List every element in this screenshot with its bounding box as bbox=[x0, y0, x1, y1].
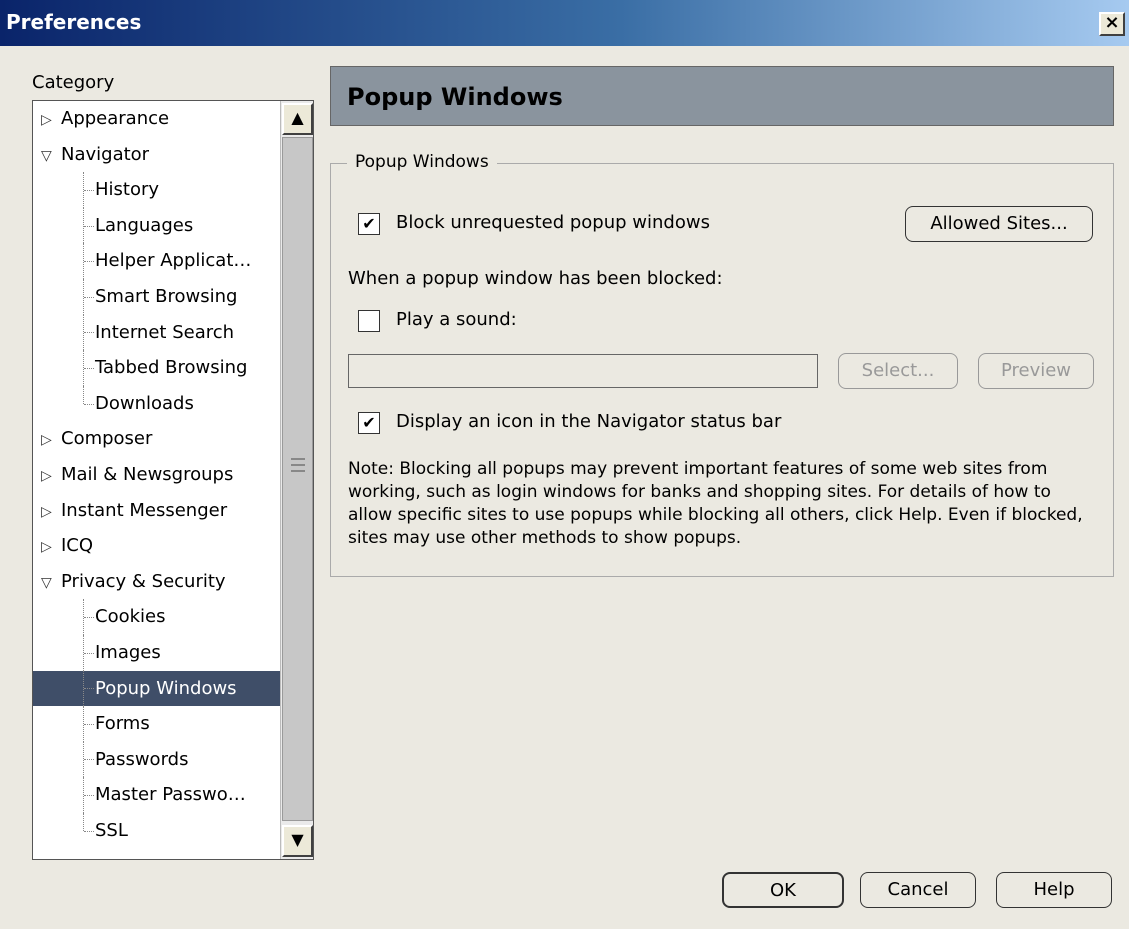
block-popups-label: Block unrequested popup windows bbox=[396, 212, 710, 233]
scroll-thumb[interactable] bbox=[282, 137, 313, 821]
help-label: Help bbox=[1033, 879, 1075, 900]
cancel-button[interactable]: Cancel bbox=[860, 872, 976, 908]
tree-item-label: ICQ bbox=[61, 535, 94, 557]
category-tree-list: ▷ Appearance ▽ Navigator History Languages Hel… bbox=[33, 101, 281, 859]
tree-item[interactable]: Cookies bbox=[33, 599, 281, 635]
help-button[interactable]: Help bbox=[996, 872, 1112, 908]
select-sound-label: Select... bbox=[861, 360, 935, 381]
tree-item[interactable]: History bbox=[33, 172, 281, 208]
close-icon: × bbox=[1104, 12, 1120, 33]
tree-item[interactable]: SSL bbox=[33, 812, 281, 849]
tree-item-label: Images bbox=[95, 641, 161, 663]
note-text: Note: Blocking all popups may prevent im… bbox=[348, 459, 1083, 548]
cancel-label: Cancel bbox=[887, 879, 949, 900]
tree-item-label: Passwords bbox=[95, 748, 189, 770]
triangle-right-icon[interactable]: ▷ bbox=[41, 530, 61, 566]
tree-scrollbar[interactable]: ▲ ▼ bbox=[280, 101, 313, 859]
tree-item-label: Cookies bbox=[95, 606, 166, 628]
close-button[interactable]: × bbox=[1099, 12, 1125, 36]
category-label: Category bbox=[32, 72, 115, 93]
triangle-right-icon[interactable]: ▷ bbox=[41, 495, 61, 531]
tree-item-label: Mail & Newsgroups bbox=[61, 463, 234, 485]
tree-item[interactable]: ▷ ICQ bbox=[33, 528, 281, 564]
tree-item[interactable]: Forms bbox=[33, 706, 281, 742]
tree-item-label: Instant Messenger bbox=[61, 499, 228, 521]
sound-path-field[interactable] bbox=[348, 354, 818, 388]
tree-item-label: Forms bbox=[95, 713, 150, 735]
tree-item[interactable]: Helper Applicat… bbox=[33, 243, 281, 279]
panel-header: Popup Windows bbox=[330, 66, 1114, 126]
tree-item[interactable]: ▷ Instant Messenger bbox=[33, 493, 281, 529]
tree-item-label: Appearance bbox=[61, 108, 170, 129]
tree-item-label: Popup Windows bbox=[95, 677, 237, 699]
tree-item[interactable]: Internet Search bbox=[33, 314, 281, 351]
window-title: Preferences bbox=[6, 10, 142, 34]
tree-item[interactable]: ▽ Privacy & Security bbox=[33, 564, 281, 600]
play-sound-label: Play a sound: bbox=[396, 309, 517, 330]
tree-item-label: Master Passwo… bbox=[95, 784, 246, 806]
tree-item[interactable]: Images bbox=[33, 634, 281, 671]
triangle-right-icon[interactable]: ▷ bbox=[41, 459, 61, 495]
checkmark-icon: ✔ bbox=[362, 413, 376, 432]
preview-sound-label: Preview bbox=[1000, 360, 1072, 381]
checkmark-icon: ✔ bbox=[362, 214, 376, 233]
block-popups-checkbox[interactable]: ✔ bbox=[358, 213, 380, 235]
tree-item[interactable]: Tabbed Browsing bbox=[33, 350, 281, 386]
triangle-right-icon[interactable]: ▷ bbox=[41, 103, 61, 139]
tree-item-label: Tabbed Browsing bbox=[95, 357, 248, 379]
ok-label: OK bbox=[770, 880, 796, 901]
scroll-up-button[interactable]: ▲ bbox=[282, 103, 313, 135]
tree-item[interactable]: Languages bbox=[33, 207, 281, 244]
tree-item[interactable]: Downloads bbox=[33, 385, 281, 422]
tree-item[interactable]: Smart Browsing bbox=[33, 278, 281, 315]
preview-sound-button[interactable]: Preview bbox=[978, 353, 1094, 389]
tree-item-label: Internet Search bbox=[95, 321, 235, 343]
tree-item-label: SSL bbox=[95, 819, 128, 841]
display-icon-label: Display an icon in the Navigator status … bbox=[396, 411, 782, 432]
triangle-down-icon[interactable]: ▽ bbox=[41, 566, 61, 602]
scroll-down-button[interactable]: ▼ bbox=[282, 825, 313, 857]
title-bar: Preferences × bbox=[0, 0, 1129, 48]
display-icon-checkbox[interactable]: ✔ bbox=[358, 412, 380, 434]
tree-item-label: Composer bbox=[61, 428, 153, 450]
tree-item-label: Languages bbox=[95, 214, 194, 236]
arrow-down-icon: ▼ bbox=[291, 830, 304, 849]
tree-item[interactable]: ▷ Mail & Newsgroups bbox=[33, 457, 281, 493]
tree-item[interactable]: ▷ Composer bbox=[33, 421, 281, 457]
play-sound-checkbox[interactable] bbox=[358, 310, 380, 332]
tree-item[interactable]: ▽ Navigator bbox=[33, 137, 281, 173]
tree-item-label: Helper Applicat… bbox=[95, 250, 252, 272]
select-sound-button[interactable]: Select... bbox=[838, 353, 958, 389]
allowed-sites-label: Allowed Sites... bbox=[930, 213, 1068, 234]
allowed-sites-button[interactable]: Allowed Sites... bbox=[905, 206, 1093, 242]
tree-item-label: Smart Browsing bbox=[95, 285, 238, 307]
group-title: Popup Windows bbox=[347, 152, 497, 172]
triangle-down-icon[interactable]: ▽ bbox=[41, 139, 61, 175]
tree-item-label: History bbox=[95, 179, 160, 201]
panel-title: Popup Windows bbox=[347, 83, 563, 111]
tree-item[interactable]: ▷ Appearance bbox=[33, 101, 281, 137]
tree-item-label: Downloads bbox=[95, 392, 194, 414]
arrow-up-icon: ▲ bbox=[291, 108, 304, 127]
tree-item[interactable]: Master Passwo… bbox=[33, 777, 281, 813]
blocked-heading: When a popup window has been blocked: bbox=[348, 268, 723, 289]
triangle-right-icon[interactable]: ▷ bbox=[41, 423, 61, 459]
tree-item[interactable]: Passwords bbox=[33, 741, 281, 778]
category-tree[interactable]: ▷ Appearance ▽ Navigator History Languages Hel… bbox=[32, 100, 314, 860]
tree-item-label: Privacy & Security bbox=[61, 570, 226, 592]
tree-item[interactable]: Popup Windows bbox=[33, 670, 281, 707]
ok-button[interactable]: OK bbox=[722, 872, 844, 908]
grip-icon bbox=[291, 458, 305, 472]
tree-item-label: Navigator bbox=[61, 143, 150, 165]
